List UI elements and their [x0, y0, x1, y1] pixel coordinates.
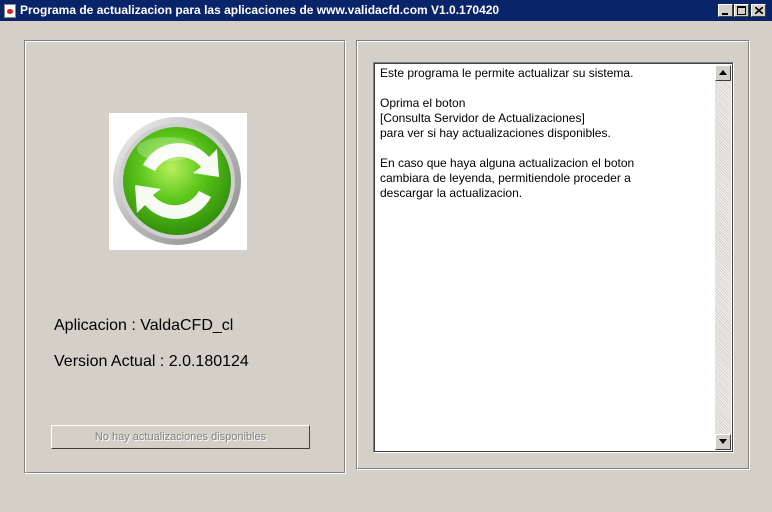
message-line: En caso que haya alguna actualizacion el…: [380, 156, 635, 170]
app-icon[interactable]: [4, 4, 16, 18]
close-icon: [755, 7, 763, 14]
current-version: Version Actual : 2.0.180124: [54, 353, 249, 370]
minimize-button[interactable]: [718, 4, 733, 17]
refresh-icon: [113, 117, 241, 245]
arrow-up-icon: [719, 70, 727, 75]
message-line: cambiara de leyenda, permitiendole proce…: [380, 171, 631, 185]
title-bar[interactable]: Programa de actualizacion para las aplic…: [0, 0, 772, 22]
window-title: Programa de actualizacion para las aplic…: [20, 3, 500, 17]
vertical-scrollbar[interactable]: [715, 65, 731, 450]
message-line: [380, 141, 710, 156]
message-line: para ver si hay actualizaciones disponib…: [380, 126, 611, 140]
close-button[interactable]: [751, 4, 766, 17]
message-line: [Consulta Servidor de Actualizaciones]: [380, 111, 585, 125]
arrow-down-icon: [719, 439, 727, 444]
message-textarea[interactable]: Este programa le permite actualizar su s…: [373, 62, 734, 453]
message-line: Oprima el boton: [380, 96, 466, 110]
message-line: descargar la actualizacion.: [380, 186, 523, 200]
updater-window: Programa de actualizacion para las aplic…: [0, 0, 772, 512]
message-line: [380, 81, 710, 96]
check-updates-button[interactable]: No hay actualizaciones disponibles: [51, 425, 310, 449]
message-line: Este programa le permite actualizar su s…: [380, 66, 634, 80]
refresh-arrows-logo: [109, 113, 247, 250]
message-text: Este programa le permite actualizar su s…: [380, 66, 710, 201]
application-name: Aplicacion : ValdaCFD_cl: [54, 317, 234, 334]
info-panel: [24, 40, 346, 474]
scroll-down-button[interactable]: [715, 434, 731, 450]
maximize-button[interactable]: [734, 4, 749, 17]
scroll-up-button[interactable]: [715, 65, 731, 81]
